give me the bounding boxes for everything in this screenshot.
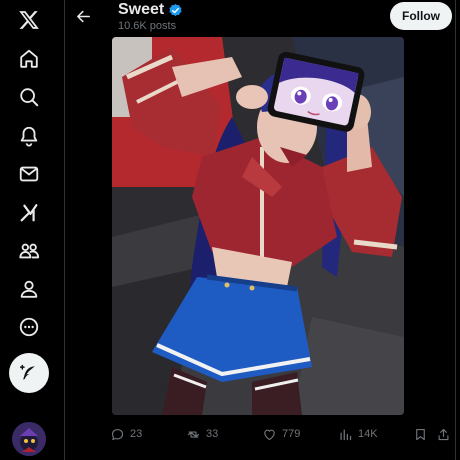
repost-icon: [187, 430, 200, 438]
post-media-image[interactable]: [112, 37, 404, 415]
like-count: 779: [282, 428, 301, 440]
share-button[interactable]: [436, 422, 451, 446]
compose-button[interactable]: [9, 353, 49, 393]
post-count: 10.6K posts: [118, 20, 177, 32]
left-nav-rail: [0, 0, 58, 460]
more-circle-icon[interactable]: [9, 307, 49, 347]
heart-icon: [264, 429, 275, 440]
share-upload-icon: [438, 428, 449, 440]
bookmark-icon: [416, 428, 425, 440]
compose-feather-icon: [19, 364, 35, 380]
follow-button[interactable]: Follow: [390, 2, 452, 30]
profile-header: Sweet: [118, 0, 183, 20]
like-button[interactable]: 779: [262, 422, 300, 446]
verified-badge-icon: [169, 3, 182, 16]
profile-icon[interactable]: [9, 269, 49, 309]
notifications-bell-icon[interactable]: [9, 116, 49, 156]
reply-count: 23: [130, 428, 143, 440]
nav-divider: [64, 0, 65, 460]
analytics-bars-icon: [340, 429, 352, 440]
communities-icon[interactable]: [9, 231, 49, 271]
arrow-left-icon: [76, 10, 90, 22]
profile-name[interactable]: Sweet: [118, 0, 164, 20]
repost-button[interactable]: 33: [186, 422, 218, 446]
bookmark-button[interactable]: [413, 422, 428, 446]
home-icon[interactable]: [9, 39, 49, 79]
reply-bubble-icon: [111, 428, 124, 440]
search-icon[interactable]: [9, 77, 49, 117]
repost-count: 33: [206, 428, 219, 440]
back-button[interactable]: [70, 4, 96, 28]
grok-icon[interactable]: [9, 193, 49, 233]
column-divider: [455, 0, 456, 460]
post-action-bar: 23 33 779 14K: [0, 422, 460, 446]
messages-envelope-icon[interactable]: [9, 154, 49, 194]
x-logo-icon[interactable]: [9, 0, 49, 40]
view-count: 14K: [358, 428, 378, 440]
reply-button[interactable]: 23: [110, 422, 142, 446]
views-button[interactable]: 14K: [338, 422, 378, 446]
